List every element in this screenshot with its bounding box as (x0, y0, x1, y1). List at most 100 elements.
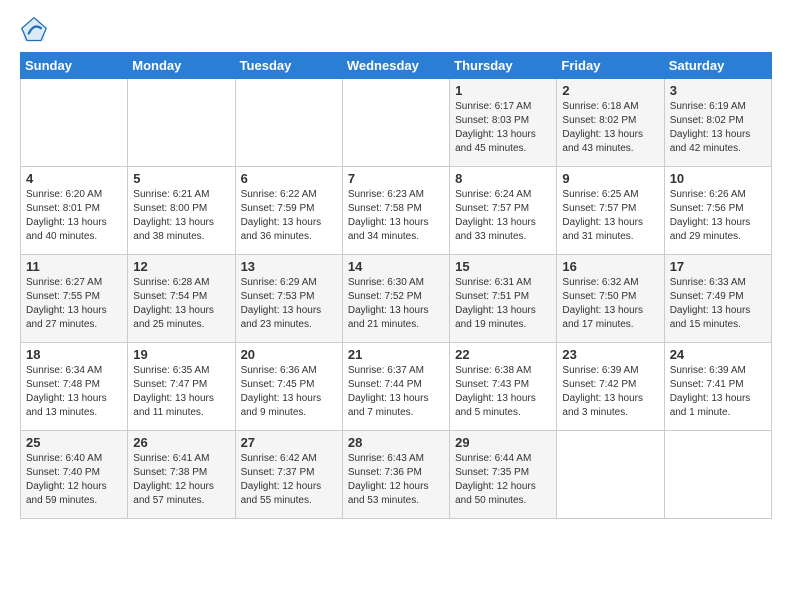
day-info: Sunrise: 6:28 AM Sunset: 7:54 PM Dayligh… (133, 276, 229, 332)
day-cell: 27 Sunrise: 6:42 AM Sunset: 7:37 PM Dayli… (235, 431, 342, 519)
day-cell: 18 Sunrise: 6:34 AM Sunset: 7:48 PM Dayli… (21, 343, 128, 431)
weekday-header-row: SundayMondayTuesdayWednesdayThursdayFrid… (21, 53, 772, 79)
day-cell: 29 Sunrise: 6:44 AM Sunset: 7:35 PM Dayli… (450, 431, 557, 519)
day-cell: 5Sunrise: 6:21 AM Sunset: 8:00 PM Daylig… (128, 167, 235, 255)
day-number: 7 (348, 171, 444, 186)
day-info: Sunrise: 6:32 AM Sunset: 7:50 PM Dayligh… (562, 276, 658, 332)
day-info: Sunrise: 6:35 AM Sunset: 7:47 PM Dayligh… (133, 364, 229, 420)
day-info: Sunrise: 6:22 AM Sunset: 7:59 PM Dayligh… (241, 188, 337, 244)
day-info: Sunrise: 6:18 AM Sunset: 8:02 PM Dayligh… (562, 100, 658, 156)
day-number: 29 (455, 435, 551, 450)
day-info: Sunrise: 6:19 AM Sunset: 8:02 PM Dayligh… (670, 100, 766, 156)
weekday-header-tuesday: Tuesday (235, 53, 342, 79)
day-number: 9 (562, 171, 658, 186)
day-info: Sunrise: 6:34 AM Sunset: 7:48 PM Dayligh… (26, 364, 122, 420)
day-info: Sunrise: 6:25 AM Sunset: 7:57 PM Dayligh… (562, 188, 658, 244)
day-info: Sunrise: 6:41 AM Sunset: 7:38 PM Dayligh… (133, 452, 229, 508)
week-row-3: 11 Sunrise: 6:27 AM Sunset: 7:55 PM Dayli… (21, 255, 772, 343)
day-info: Sunrise: 6:42 AM Sunset: 7:37 PM Dayligh… (241, 452, 337, 508)
day-number: 17 (670, 259, 766, 274)
day-cell: 25 Sunrise: 6:40 AM Sunset: 7:40 PM Dayli… (21, 431, 128, 519)
day-info: Sunrise: 6:31 AM Sunset: 7:51 PM Dayligh… (455, 276, 551, 332)
day-cell: 2 Sunrise: 6:18 AM Sunset: 8:02 PM Daylig… (557, 79, 664, 167)
day-info: Sunrise: 6:39 AM Sunset: 7:41 PM Dayligh… (670, 364, 766, 420)
day-info: Sunrise: 6:20 AM Sunset: 8:01 PM Dayligh… (26, 188, 122, 244)
day-cell: 12Sunrise: 6:28 AM Sunset: 7:54 PM Dayli… (128, 255, 235, 343)
day-info: Sunrise: 6:37 AM Sunset: 7:44 PM Dayligh… (348, 364, 444, 420)
day-cell (557, 431, 664, 519)
day-info: Sunrise: 6:30 AM Sunset: 7:52 PM Dayligh… (348, 276, 444, 332)
day-number: 14 (348, 259, 444, 274)
day-cell: 1 Sunrise: 6:17 AM Sunset: 8:03 PM Daylig… (450, 79, 557, 167)
day-number: 10 (670, 171, 766, 186)
day-cell: 24 Sunrise: 6:39 AM Sunset: 7:41 PM Dayli… (664, 343, 771, 431)
day-number: 22 (455, 347, 551, 362)
day-info: Sunrise: 6:36 AM Sunset: 7:45 PM Dayligh… (241, 364, 337, 420)
day-number: 4 (26, 171, 122, 186)
day-info: Sunrise: 6:24 AM Sunset: 7:57 PM Dayligh… (455, 188, 551, 244)
day-cell: 16 Sunrise: 6:32 AM Sunset: 7:50 PM Dayli… (557, 255, 664, 343)
day-number: 23 (562, 347, 658, 362)
day-number: 20 (241, 347, 337, 362)
day-number: 26 (133, 435, 229, 450)
day-info: Sunrise: 6:33 AM Sunset: 7:49 PM Dayligh… (670, 276, 766, 332)
day-cell: 11 Sunrise: 6:27 AM Sunset: 7:55 PM Dayli… (21, 255, 128, 343)
day-info: Sunrise: 6:17 AM Sunset: 8:03 PM Dayligh… (455, 100, 551, 156)
day-number: 27 (241, 435, 337, 450)
day-cell: 10 Sunrise: 6:26 AM Sunset: 7:56 PM Dayli… (664, 167, 771, 255)
logo-icon (20, 16, 48, 44)
day-info: Sunrise: 6:26 AM Sunset: 7:56 PM Dayligh… (670, 188, 766, 244)
day-number: 11 (26, 259, 122, 274)
day-number: 1 (455, 83, 551, 98)
day-cell: 14 Sunrise: 6:30 AM Sunset: 7:52 PM Dayli… (342, 255, 449, 343)
day-info: Sunrise: 6:23 AM Sunset: 7:58 PM Dayligh… (348, 188, 444, 244)
day-number: 15 (455, 259, 551, 274)
day-info: Sunrise: 6:38 AM Sunset: 7:43 PM Dayligh… (455, 364, 551, 420)
day-number: 19 (133, 347, 229, 362)
weekday-header-sunday: Sunday (21, 53, 128, 79)
day-cell: 20 Sunrise: 6:36 AM Sunset: 7:45 PM Dayli… (235, 343, 342, 431)
day-number: 21 (348, 347, 444, 362)
day-cell: 23 Sunrise: 6:39 AM Sunset: 7:42 PM Dayli… (557, 343, 664, 431)
day-cell (128, 79, 235, 167)
weekday-header-monday: Monday (128, 53, 235, 79)
day-cell: 28 Sunrise: 6:43 AM Sunset: 7:36 PM Dayli… (342, 431, 449, 519)
day-cell: 13 Sunrise: 6:29 AM Sunset: 7:53 PM Dayli… (235, 255, 342, 343)
day-cell: 22 Sunrise: 6:38 AM Sunset: 7:43 PM Dayli… (450, 343, 557, 431)
week-row-2: 4 Sunrise: 6:20 AM Sunset: 8:01 PM Daylig… (21, 167, 772, 255)
day-cell (21, 79, 128, 167)
day-info: Sunrise: 6:44 AM Sunset: 7:35 PM Dayligh… (455, 452, 551, 508)
weekday-header-saturday: Saturday (664, 53, 771, 79)
day-number: 13 (241, 259, 337, 274)
day-cell: 3 Sunrise: 6:19 AM Sunset: 8:02 PM Daylig… (664, 79, 771, 167)
week-row-4: 18 Sunrise: 6:34 AM Sunset: 7:48 PM Dayli… (21, 343, 772, 431)
day-cell: 8 Sunrise: 6:24 AM Sunset: 7:57 PM Daylig… (450, 167, 557, 255)
day-info: Sunrise: 6:39 AM Sunset: 7:42 PM Dayligh… (562, 364, 658, 420)
day-cell: 15 Sunrise: 6:31 AM Sunset: 7:51 PM Dayli… (450, 255, 557, 343)
header (20, 16, 772, 44)
day-number: 8 (455, 171, 551, 186)
day-cell (235, 79, 342, 167)
week-row-5: 25 Sunrise: 6:40 AM Sunset: 7:40 PM Dayli… (21, 431, 772, 519)
week-row-1: 1 Sunrise: 6:17 AM Sunset: 8:03 PM Daylig… (21, 79, 772, 167)
day-cell: 19 Sunrise: 6:35 AM Sunset: 7:47 PM Dayli… (128, 343, 235, 431)
day-number: 2 (562, 83, 658, 98)
day-info: Sunrise: 6:29 AM Sunset: 7:53 PM Dayligh… (241, 276, 337, 332)
day-cell: 9 Sunrise: 6:25 AM Sunset: 7:57 PM Daylig… (557, 167, 664, 255)
logo (20, 16, 52, 44)
calendar-table: SundayMondayTuesdayWednesdayThursdayFrid… (20, 52, 772, 519)
day-number: 18 (26, 347, 122, 362)
day-info: Sunrise: 6:27 AM Sunset: 7:55 PM Dayligh… (26, 276, 122, 332)
day-info: Sunrise: 6:43 AM Sunset: 7:36 PM Dayligh… (348, 452, 444, 508)
day-number: 3 (670, 83, 766, 98)
day-info: Sunrise: 6:40 AM Sunset: 7:40 PM Dayligh… (26, 452, 122, 508)
day-number: 24 (670, 347, 766, 362)
day-cell: 17 Sunrise: 6:33 AM Sunset: 7:49 PM Dayli… (664, 255, 771, 343)
day-number: 5 (133, 171, 229, 186)
day-number: 16 (562, 259, 658, 274)
day-cell: 4 Sunrise: 6:20 AM Sunset: 8:01 PM Daylig… (21, 167, 128, 255)
weekday-header-friday: Friday (557, 53, 664, 79)
day-number: 28 (348, 435, 444, 450)
day-cell: 26 Sunrise: 6:41 AM Sunset: 7:38 PM Dayli… (128, 431, 235, 519)
day-number: 25 (26, 435, 122, 450)
